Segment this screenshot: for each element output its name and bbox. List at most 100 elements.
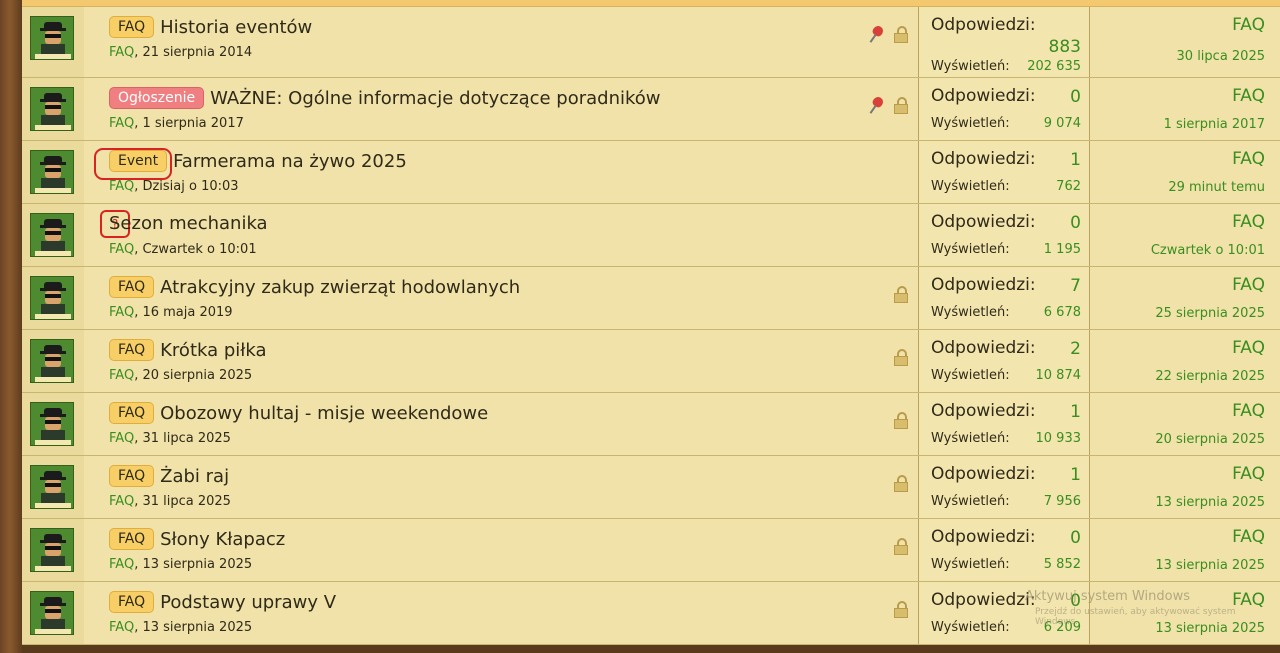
avatar[interactable] <box>30 339 74 383</box>
last-post-date-link[interactable]: 20 sierpnia 2025 <box>1155 432 1265 447</box>
thread-row[interactable]: FAQ Historia eventów FAQ, 21 sierpnia 20… <box>22 7 1280 78</box>
thread-author-link[interactable]: FAQ <box>109 620 134 635</box>
thread-status-icons <box>893 474 909 492</box>
views-label: Wyświetleń: <box>931 116 1010 131</box>
avatar[interactable] <box>30 465 74 509</box>
thread-stats-cell: Odpowiedzi: 2 Wyświetleń: 10 874 <box>918 330 1090 392</box>
thread-start-date: 13 sierpnia 2025 <box>142 557 253 572</box>
thread-row[interactable]: ? Sezon mechanika FAQ, Czwartek o 10:01 … <box>22 204 1280 267</box>
thread-author-link[interactable]: FAQ <box>109 242 134 257</box>
thread-author-link[interactable]: FAQ <box>109 179 134 194</box>
thread-prefix-badge[interactable]: FAQ <box>109 402 155 424</box>
thread-title-link[interactable]: Podstawy uprawy V <box>160 592 336 613</box>
last-post-author-link[interactable]: FAQ <box>1232 527 1265 547</box>
last-post-date-link[interactable]: 13 sierpnia 2025 <box>1155 495 1265 510</box>
avatar[interactable] <box>30 87 74 131</box>
last-post-date-link[interactable]: Czwartek o 10:01 <box>1151 243 1265 258</box>
thread-title-line: Sezon mechanika <box>109 213 268 234</box>
avatar[interactable] <box>30 16 74 60</box>
thread-author-link[interactable]: FAQ <box>109 431 134 446</box>
windows-watermark-subtitle: Przejdź do ustawień, aby aktywować syste… <box>1035 607 1236 627</box>
replies-label: Odpowiedzi: <box>931 527 1036 547</box>
thread-prefix-badge[interactable]: FAQ <box>109 591 155 613</box>
thread-main-cell: FAQ Słony Kłapacz FAQ, 13 sierpnia 2025 <box>84 519 917 581</box>
thread-author-link[interactable]: FAQ <box>109 494 134 509</box>
thread-title-link[interactable]: WAŻNE: Ogólne informacje dotyczące porad… <box>210 88 660 109</box>
thread-title-link[interactable]: Żabi raj <box>160 466 229 487</box>
last-post-date-link[interactable]: 22 sierpnia 2025 <box>1155 369 1265 384</box>
last-post-author-link[interactable]: FAQ <box>1232 338 1265 358</box>
thread-title-line: FAQ Słony Kłapacz <box>109 528 285 550</box>
thread-start-date: 31 lipca 2025 <box>142 494 231 509</box>
avatar[interactable] <box>30 150 74 194</box>
thread-title-link[interactable]: Farmerama na żywo 2025 <box>173 151 407 172</box>
thread-prefix-badge[interactable]: FAQ <box>109 465 155 487</box>
thread-row[interactable]: FAQ Słony Kłapacz FAQ, 13 sierpnia 2025 … <box>22 519 1280 582</box>
avatar[interactable] <box>30 213 74 257</box>
thread-prefix-badge[interactable]: Event <box>109 150 168 172</box>
views-count: 762 <box>1056 179 1081 194</box>
thread-row[interactable]: FAQ Obozowy hultaj - misje weekendowe FA… <box>22 393 1280 456</box>
thread-row[interactable]: FAQ Atrakcyjny zakup zwierząt hodowlanyc… <box>22 267 1280 330</box>
thread-author-link[interactable]: FAQ <box>109 368 134 383</box>
last-post-date-link[interactable]: 25 sierpnia 2025 <box>1155 306 1265 321</box>
thread-title-link[interactable]: Historia eventów <box>160 17 312 38</box>
thread-row[interactable]: FAQ Żabi raj FAQ, 31 lipca 2025 Odpowied… <box>22 456 1280 519</box>
lock-icon <box>893 600 909 618</box>
replies-label: Odpowiedzi: <box>931 338 1036 358</box>
thread-author-link[interactable]: FAQ <box>109 116 134 131</box>
last-post-author-link[interactable]: FAQ <box>1232 149 1265 169</box>
replies-label: Odpowiedzi: <box>931 590 1036 610</box>
views-label: Wyświetleń: <box>931 242 1010 257</box>
last-post-date-link[interactable]: 29 minut temu <box>1168 180 1265 195</box>
thread-prefix-badge[interactable]: FAQ <box>109 16 155 38</box>
thread-prefix-badge[interactable]: FAQ <box>109 339 155 361</box>
thread-author-link[interactable]: FAQ <box>109 45 134 60</box>
last-post-date-link[interactable]: 1 sierpnia 2017 <box>1164 117 1265 132</box>
last-post-author-link[interactable]: FAQ <box>1232 275 1265 295</box>
thread-prefix-badge[interactable]: FAQ <box>109 276 155 298</box>
thread-title-line: FAQ Atrakcyjny zakup zwierząt hodowlanyc… <box>109 276 520 298</box>
avatar-cell <box>22 519 84 581</box>
thread-title-line: Event Farmerama na żywo 2025 <box>109 150 407 172</box>
thread-meta: FAQ, 21 sierpnia 2014 <box>109 45 253 60</box>
thread-title-line: FAQ Obozowy hultaj - misje weekendowe <box>109 402 488 424</box>
last-post-cell: FAQ 25 sierpnia 2025 <box>1089 267 1280 329</box>
thread-title-link[interactable]: Krótka piłka <box>160 340 266 361</box>
thread-start-date: 13 sierpnia 2025 <box>142 620 253 635</box>
last-post-date-link[interactable]: 13 sierpnia 2025 <box>1155 558 1265 573</box>
last-post-cell: FAQ 29 minut temu <box>1089 141 1280 203</box>
thread-row[interactable]: Event Farmerama na żywo 2025 FAQ, Dzisia… <box>22 141 1280 204</box>
pin-icon <box>869 25 887 43</box>
last-post-author-link[interactable]: FAQ <box>1232 212 1265 232</box>
avatar[interactable] <box>30 276 74 320</box>
thread-author-link[interactable]: FAQ <box>109 305 134 320</box>
thread-row[interactable]: FAQ Krótka piłka FAQ, 20 sierpnia 2025 O… <box>22 330 1280 393</box>
avatar[interactable] <box>30 528 74 572</box>
thread-title-link[interactable]: Słony Kłapacz <box>160 529 285 550</box>
last-post-author-link[interactable]: FAQ <box>1232 464 1265 484</box>
thread-meta: FAQ, 16 maja 2019 <box>109 305 233 320</box>
last-post-cell: FAQ Czwartek o 10:01 <box>1089 204 1280 266</box>
last-post-author-link[interactable]: FAQ <box>1232 401 1265 421</box>
thread-row[interactable]: Ogłoszenie WAŻNE: Ogólne informacje doty… <box>22 78 1280 141</box>
last-post-author-link[interactable]: FAQ <box>1232 15 1265 35</box>
thread-title-link[interactable]: Obozowy hultaj - misje weekendowe <box>160 403 488 424</box>
last-post-date-link[interactable]: 30 lipca 2025 <box>1177 49 1265 64</box>
thread-title-link[interactable]: Atrakcyjny zakup zwierząt hodowlanych <box>160 277 520 298</box>
views-label: Wyświetleń: <box>931 59 1010 74</box>
thread-title-link[interactable]: Sezon mechanika <box>109 213 268 234</box>
thread-stats-cell: Odpowiedzi: 0 Wyświetleń: 5 852 <box>918 519 1090 581</box>
thread-prefix-badge[interactable]: FAQ <box>109 528 155 550</box>
replies-label: Odpowiedzi: <box>931 15 1036 35</box>
replies-label: Odpowiedzi: <box>931 86 1036 106</box>
pin-icon <box>869 96 887 114</box>
thread-prefix-badge[interactable]: Ogłoszenie <box>109 87 205 109</box>
avatar-cell <box>22 330 84 392</box>
thread-author-link[interactable]: FAQ <box>109 557 134 572</box>
avatar[interactable] <box>30 402 74 446</box>
last-post-author-link[interactable]: FAQ <box>1232 86 1265 106</box>
avatar[interactable] <box>30 591 74 635</box>
avatar-cell <box>22 582 84 644</box>
thread-main-cell: FAQ Obozowy hultaj - misje weekendowe FA… <box>84 393 917 455</box>
